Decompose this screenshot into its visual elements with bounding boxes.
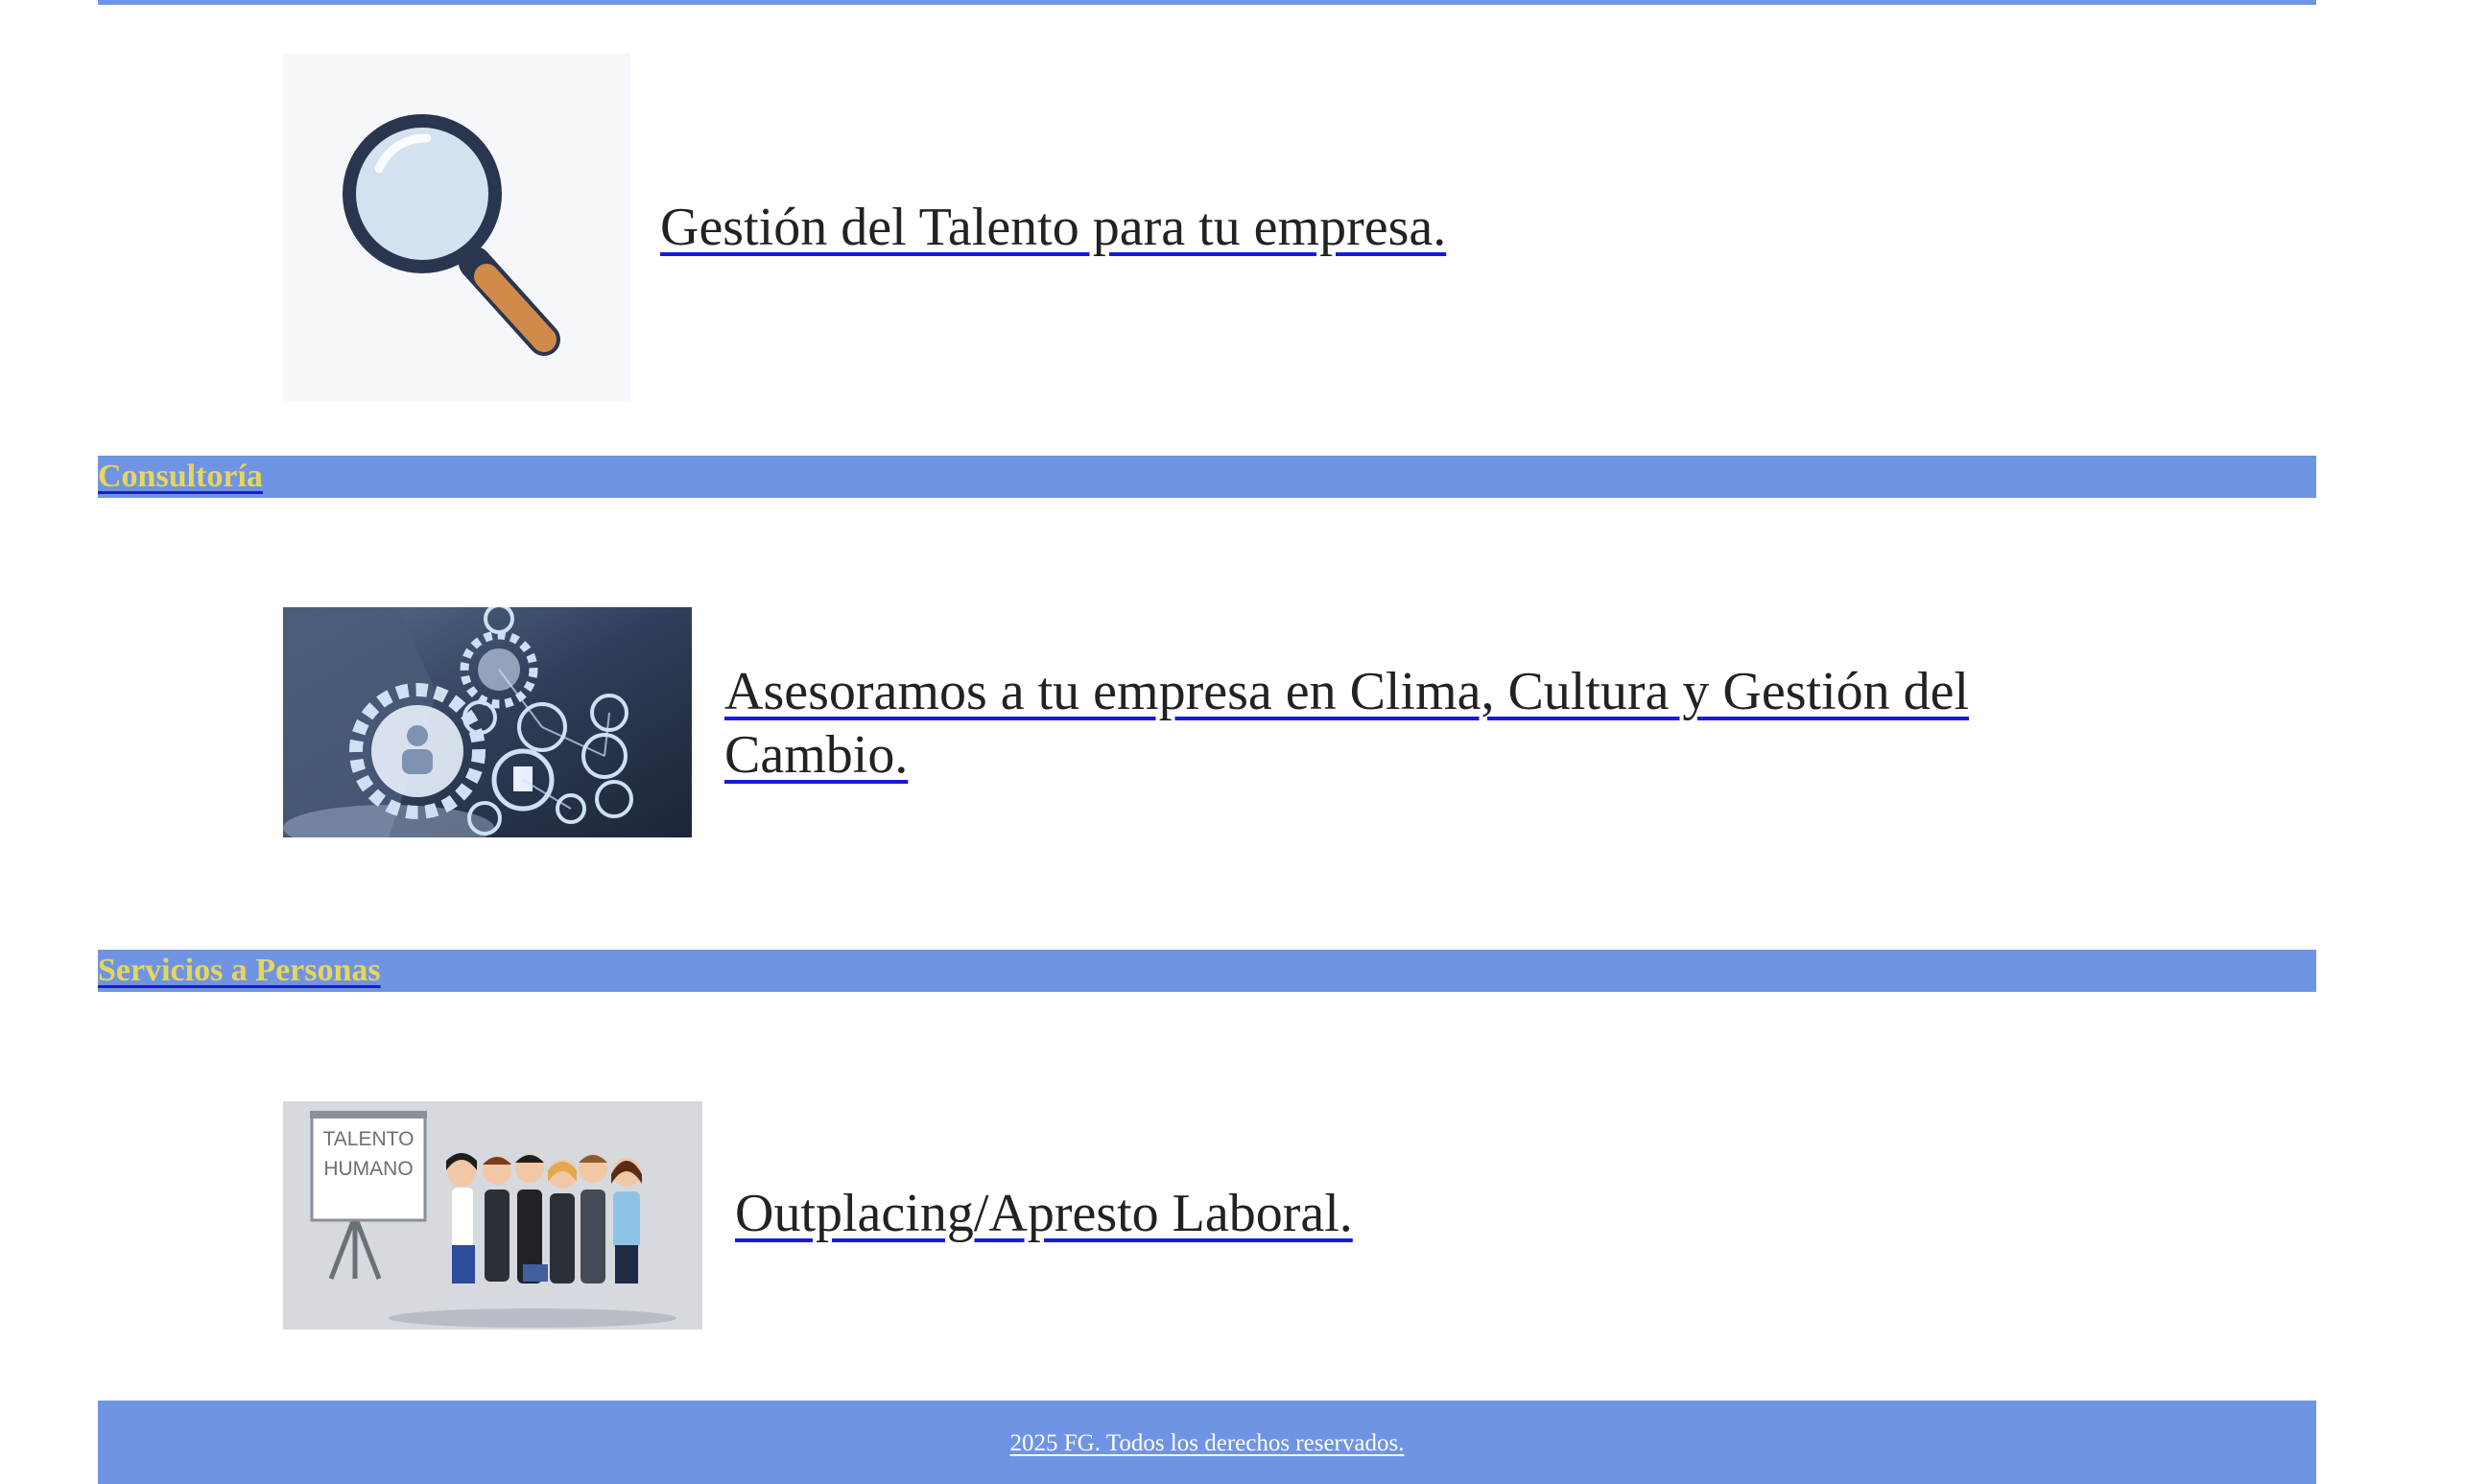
- talent-link[interactable]: Gestión del Talento para tu empresa.: [660, 196, 1446, 259]
- magnifying-glass-icon[interactable]: [283, 54, 630, 401]
- footer-copyright-link[interactable]: 2025 FG. Todos los derechos reservados.: [98, 1429, 2316, 1458]
- footer: 2025 FG. Todos los derechos reservados.: [98, 1401, 2316, 1484]
- section-bar-servicios: Servicios a Personas: [98, 950, 2316, 992]
- section-link-servicios[interactable]: Servicios a Personas: [98, 952, 381, 990]
- section-bar-consultoria: Consultoría: [98, 456, 2316, 498]
- board-line-1: TALENTO: [322, 1128, 415, 1150]
- section-link-consultoria[interactable]: Consultoría: [98, 458, 263, 496]
- outplacement-link[interactable]: Outplacing/Apresto Laboral.: [735, 1182, 1353, 1245]
- consulting-link[interactable]: Asesoramos a tu empresa en Clima, Cultur…: [724, 660, 2068, 787]
- business-network-gears-image[interactable]: [283, 607, 692, 837]
- page: Gestión del Talento para tu empresa. Con…: [0, 0, 2465, 1484]
- board-line-2: HUMANO: [323, 1158, 414, 1180]
- top-divider: [98, 0, 2316, 5]
- team-presentation-image[interactable]: TALENTO HUMANO: [283, 1101, 702, 1330]
- board-text: TALENTO HUMANO: [312, 1124, 425, 1184]
